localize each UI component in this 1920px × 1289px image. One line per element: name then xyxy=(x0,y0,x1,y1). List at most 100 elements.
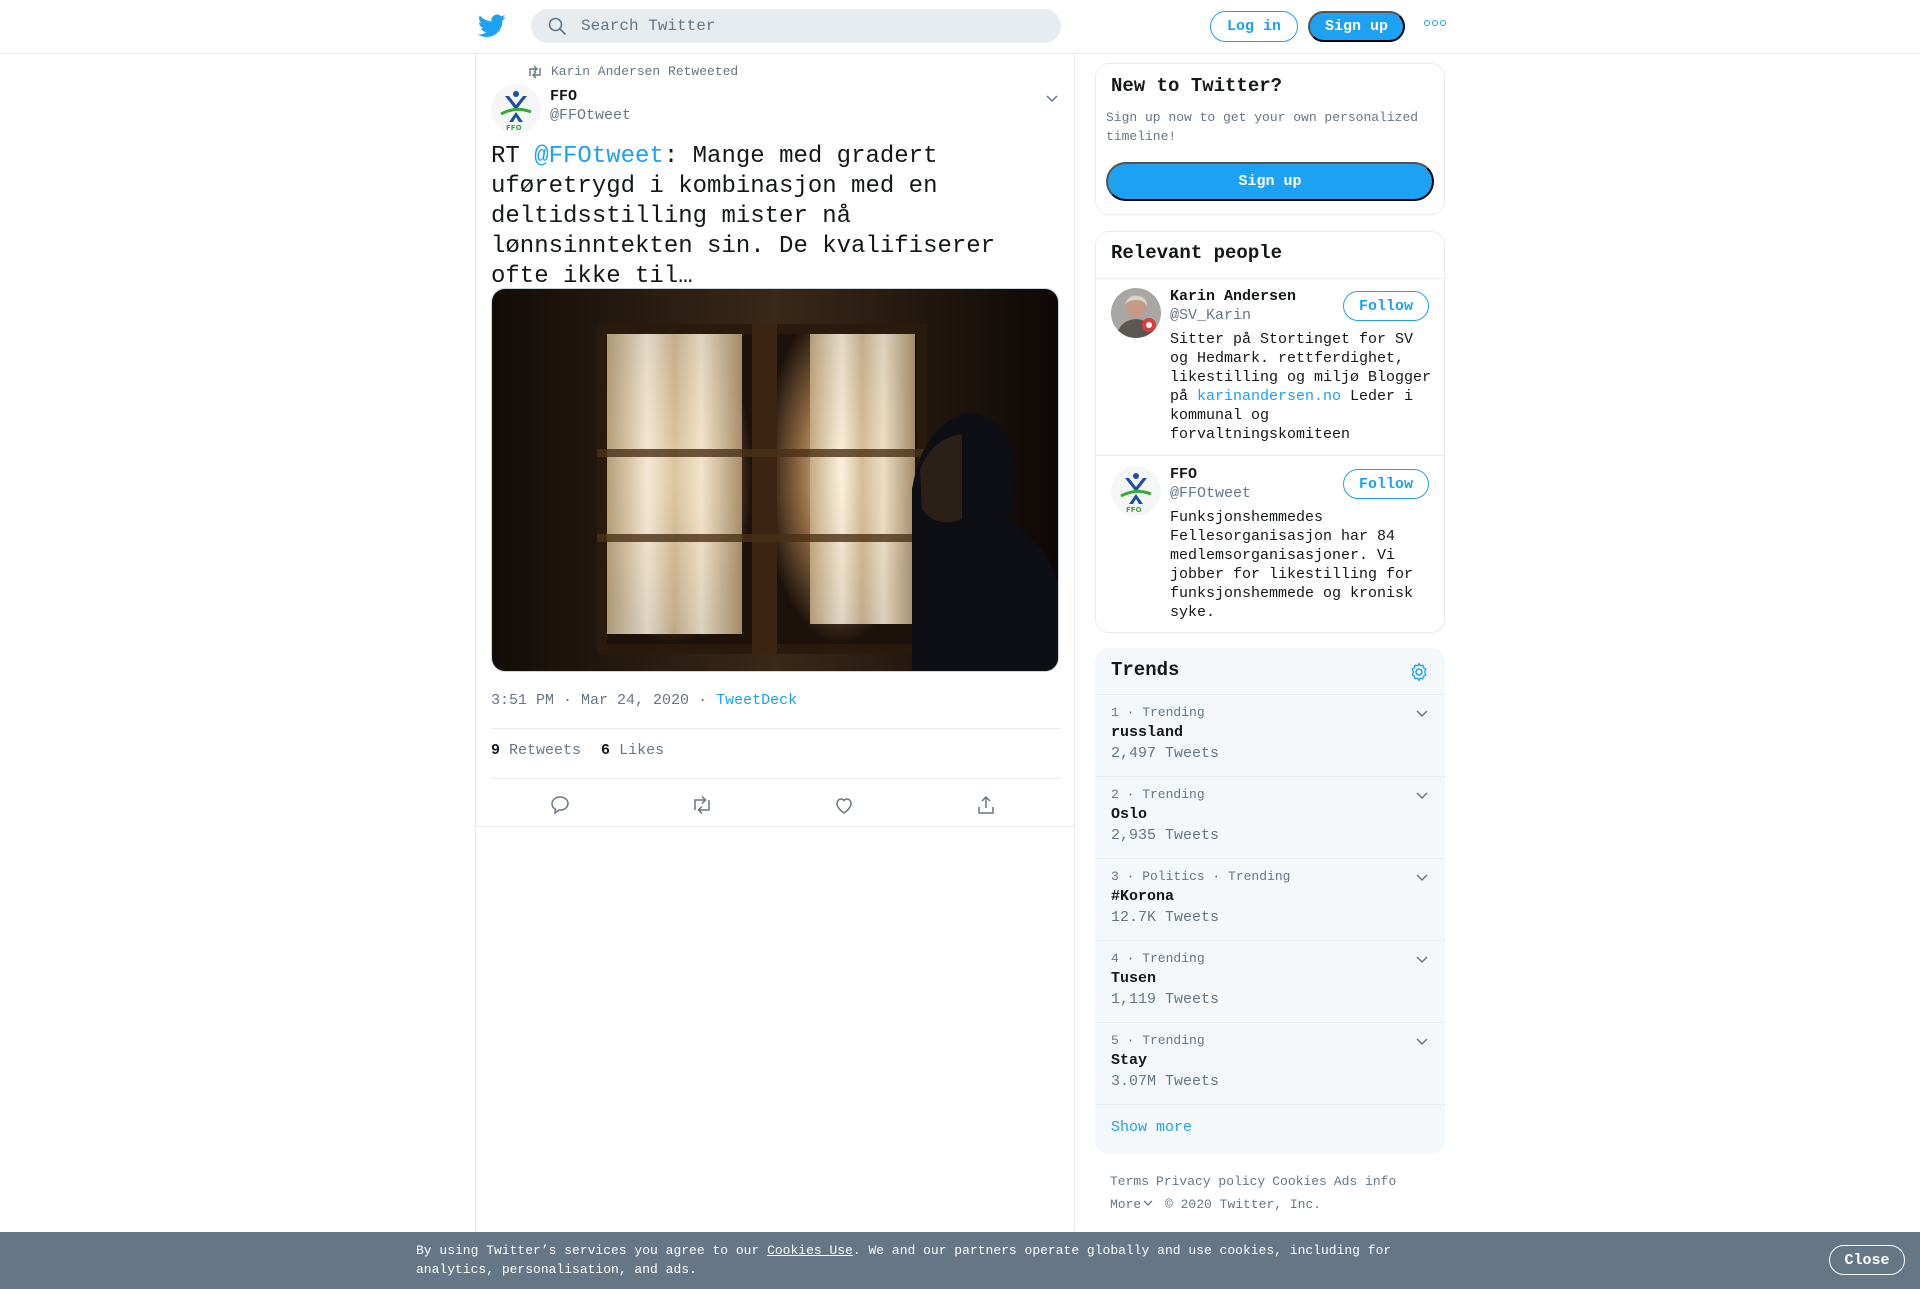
likes-label: Likes xyxy=(619,742,665,759)
chevron-down-icon[interactable] xyxy=(1414,787,1430,803)
author-avatar[interactable]: FFO xyxy=(491,84,541,134)
tweet-source-link[interactable]: TweetDeck xyxy=(716,692,797,709)
trend-name: #Korona xyxy=(1111,888,1175,905)
retweets-label: Retweets xyxy=(509,742,582,759)
cookies-use-link[interactable]: Cookies Use xyxy=(767,1243,853,1258)
more-dots-icon[interactable] xyxy=(1424,20,1446,32)
trend-name: Oslo xyxy=(1111,806,1148,823)
retweet-icon[interactable] xyxy=(691,794,713,816)
relevant-people-card: Relevant people Karin Andersen @SV_Karin… xyxy=(1095,231,1445,633)
chevron-down-icon[interactable] xyxy=(1414,951,1430,967)
login-button[interactable]: Log in xyxy=(1210,11,1298,42)
chevron-down-icon[interactable] xyxy=(1044,90,1060,106)
retweet-small-icon xyxy=(527,65,543,79)
footer-link-ads-info[interactable]: Ads info xyxy=(1334,1174,1396,1189)
footer-links: Terms Privacy policy Cookies Ads info xyxy=(1110,1170,1440,1193)
trend-context: 5 · Trending xyxy=(1111,1033,1205,1048)
footer-more-label: More xyxy=(1110,1197,1142,1212)
author-handle[interactable]: @FFOtweet xyxy=(550,107,631,124)
top-header: Log in Sign up xyxy=(0,0,1920,54)
follow-button[interactable]: Follow xyxy=(1343,291,1429,321)
chevron-down-icon[interactable] xyxy=(1414,705,1430,721)
person-name[interactable]: Karin Andersen xyxy=(1170,288,1296,305)
trend-context: 1 · Trending xyxy=(1111,705,1205,720)
reply-icon[interactable] xyxy=(549,794,571,816)
svg-text:FFO: FFO xyxy=(1126,506,1142,514)
twitter-bird-icon[interactable] xyxy=(477,14,506,38)
likes-stat[interactable]: 6 Likes xyxy=(601,742,664,759)
divider xyxy=(491,728,1061,729)
like-icon[interactable] xyxy=(833,794,855,816)
footer-link-cookies[interactable]: Cookies xyxy=(1272,1174,1327,1189)
chevron-down-icon[interactable] xyxy=(1414,1033,1430,1049)
person-handle[interactable]: @FFOtweet xyxy=(1170,485,1251,502)
search-icon xyxy=(547,16,567,36)
footer-link-terms[interactable]: Terms xyxy=(1110,1174,1149,1189)
tweet-mention-link[interactable]: @FFOtweet xyxy=(534,143,664,170)
trend-count: 12.7K Tweets xyxy=(1111,909,1220,926)
trend-item[interactable]: 5 · Trending Stay 3.07M Tweets xyxy=(1096,1023,1446,1105)
new-to-twitter-card: New to Twitter? Sign up now to get your … xyxy=(1095,63,1445,215)
gear-icon[interactable] xyxy=(1409,662,1429,682)
person-name[interactable]: FFO xyxy=(1170,466,1197,483)
sidebar-footer: Terms Privacy policy Cookies Ads info More … xyxy=(1110,1170,1440,1216)
person-card[interactable]: FFO FFO @FFOtweet Follow Funksjonshemmed… xyxy=(1096,458,1444,634)
trend-name: Tusen xyxy=(1111,970,1157,987)
retweet-context[interactable]: Karin Andersen Retweeted xyxy=(527,64,738,79)
close-button[interactable]: Close xyxy=(1829,1245,1905,1275)
signup-button[interactable]: Sign up xyxy=(1308,11,1405,42)
cookie-text: By using Twitter’s services you agree to… xyxy=(416,1241,1416,1279)
trends-card: Trends 1 · Trending russland 2,497 Tweet… xyxy=(1095,648,1446,1154)
person-bio-link[interactable]: karinandersen.no xyxy=(1197,388,1341,405)
sidebar-signup-button[interactable]: Sign up xyxy=(1106,162,1434,201)
meta-separator: · xyxy=(698,692,708,709)
retweets-count: 9 xyxy=(491,742,501,759)
share-icon[interactable] xyxy=(975,794,997,816)
retweets-stat[interactable]: 9 Retweets xyxy=(491,742,581,759)
search-bar[interactable] xyxy=(531,9,1061,43)
trend-item[interactable]: 1 · Trending russland 2,497 Tweets xyxy=(1096,695,1446,777)
trends-header: Trends xyxy=(1096,649,1446,695)
relevant-people-header: Relevant people xyxy=(1096,232,1444,279)
trend-count: 3.07M Tweets xyxy=(1111,1073,1220,1090)
tweet-text-prefix: RT xyxy=(491,143,535,170)
chevron-down-icon[interactable] xyxy=(1414,869,1430,885)
tweet-meta: 3:51 PM · Mar 24, 2020 · TweetDeck xyxy=(491,692,797,709)
relevant-people-title: Relevant people xyxy=(1111,242,1283,264)
follow-button[interactable]: Follow xyxy=(1343,469,1429,499)
tweet-actions xyxy=(491,790,1061,822)
footer-bottom: More © 2020 Twitter, Inc. xyxy=(1110,1193,1440,1216)
new-to-twitter-title: New to Twitter? xyxy=(1111,75,1283,97)
person-card[interactable]: Karin Andersen @SV_Karin Follow Sitter p… xyxy=(1096,280,1444,456)
person-handle[interactable]: @SV_Karin xyxy=(1170,307,1251,324)
svg-text:FFO: FFO xyxy=(506,124,522,132)
person-bio: Sitter på Stortinget for SV og Hedmark. … xyxy=(1170,330,1440,444)
trend-item[interactable]: 4 · Trending Tusen 1,119 Tweets xyxy=(1096,941,1446,1023)
tweet-stats: 9 Retweets 6 Likes xyxy=(491,742,664,759)
divider xyxy=(476,826,1074,827)
retweet-context-text: Karin Andersen Retweeted xyxy=(551,64,739,79)
trend-name: russland xyxy=(1111,724,1184,741)
author-name[interactable]: FFO xyxy=(550,88,577,105)
search-input[interactable] xyxy=(581,17,1021,35)
person-avatar[interactable]: FFO xyxy=(1111,466,1161,516)
person-avatar[interactable] xyxy=(1111,288,1161,338)
trend-item[interactable]: 2 · Trending Oslo 2,935 Tweets xyxy=(1096,777,1446,859)
trend-context: 4 · Trending xyxy=(1111,951,1205,966)
trend-count: 1,119 Tweets xyxy=(1111,991,1220,1008)
likes-count: 6 xyxy=(601,742,611,759)
tweet-timestamp[interactable]: 3:51 PM · Mar 24, 2020 xyxy=(491,692,689,709)
trend-item[interactable]: 3 · Politics · Trending #Korona 12.7K Tw… xyxy=(1096,859,1446,941)
footer-link-privacy[interactable]: Privacy policy xyxy=(1156,1174,1265,1189)
tweet-photo[interactable] xyxy=(491,288,1059,672)
footer-more-link[interactable]: More xyxy=(1110,1197,1153,1212)
trend-context: 2 · Trending xyxy=(1111,787,1205,802)
trend-name: Stay xyxy=(1111,1052,1148,1069)
divider xyxy=(491,778,1061,779)
show-more-link[interactable]: Show more xyxy=(1111,1119,1192,1136)
tweet-column: Karin Andersen Retweeted FFO FFO @FFOtwe… xyxy=(475,54,1075,1232)
tweet-text: RT @FFOtweet: Mange med gradert uføretry… xyxy=(491,142,1061,292)
new-to-twitter-description: Sign up now to get your own personalized… xyxy=(1106,110,1419,144)
trends-title: Trends xyxy=(1111,659,1180,681)
trend-count: 2,497 Tweets xyxy=(1111,745,1220,762)
